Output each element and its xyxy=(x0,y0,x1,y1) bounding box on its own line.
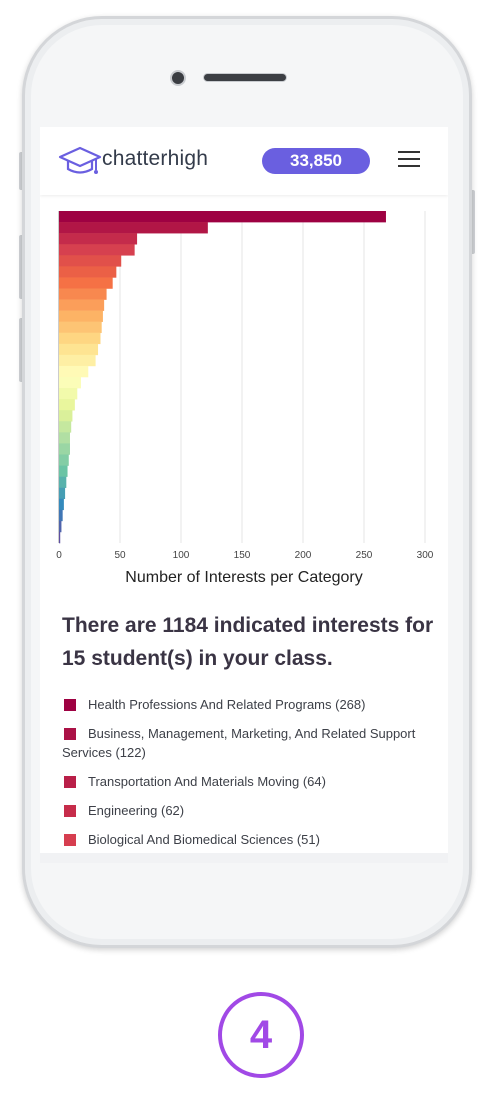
bar xyxy=(59,365,89,378)
bar xyxy=(59,421,72,433)
step-number-badge: 4 xyxy=(218,992,304,1078)
legend-label: Engineering (62) xyxy=(88,803,185,818)
bar xyxy=(59,498,64,511)
screen-bottom-edge xyxy=(40,853,448,863)
interests-summary: There are 1184 indicated interests for 1… xyxy=(62,614,434,670)
points-badge[interactable]: 33,850 xyxy=(262,148,370,174)
bar xyxy=(59,255,122,267)
bar xyxy=(59,509,63,522)
x-axis-title: Number of Interests per Category xyxy=(125,569,363,586)
bar xyxy=(59,531,61,544)
legend-swatch xyxy=(64,728,76,740)
bar xyxy=(59,454,69,466)
legend-item: Transportation And Materials Moving (64) xyxy=(62,772,437,791)
bar xyxy=(59,443,70,455)
bar xyxy=(59,388,78,400)
legend-label: Business, Management, Marketing, And Rel… xyxy=(62,726,416,760)
bar xyxy=(59,233,138,245)
bar xyxy=(59,288,107,300)
legend-swatch xyxy=(64,805,76,817)
bar xyxy=(59,432,70,444)
bar xyxy=(59,332,101,345)
bar xyxy=(59,476,67,488)
bar xyxy=(59,487,66,500)
legend-swatch xyxy=(64,699,76,711)
speaker-grille xyxy=(203,73,287,82)
x-tick-label: 250 xyxy=(356,550,373,561)
x-tick-label: 200 xyxy=(295,550,312,561)
bar xyxy=(59,211,386,223)
category-legend: Health Professions And Related Programs … xyxy=(62,695,437,859)
app-header: chatterhigh 33,850 xyxy=(40,127,448,195)
bar xyxy=(59,299,105,311)
bar xyxy=(59,222,208,234)
x-tick-label: 50 xyxy=(114,550,126,561)
phone-screen: chatterhigh 33,850 0 50 100 150 200 250 300 Nu… xyxy=(40,127,448,863)
bar xyxy=(59,410,73,422)
x-tick-label: 0 xyxy=(56,550,62,561)
legend-label: Biological And Biomedical Sciences (51) xyxy=(88,832,320,847)
bar xyxy=(59,277,113,289)
bar xyxy=(59,343,99,356)
bar xyxy=(59,377,81,389)
bar xyxy=(59,266,117,278)
interests-bar-chart: 0 50 100 150 200 250 300 xyxy=(56,211,434,561)
legend-swatch xyxy=(64,834,76,846)
bar xyxy=(59,354,96,367)
x-tick-label: 100 xyxy=(173,550,190,561)
bar xyxy=(59,310,103,322)
front-camera-icon xyxy=(170,70,186,86)
legend-item: Engineering (62) xyxy=(62,801,437,820)
x-tick-label: 150 xyxy=(234,550,251,561)
legend-item: Health Professions And Related Programs … xyxy=(62,695,437,714)
graduation-cap-icon[interactable] xyxy=(58,145,102,177)
legend-label: Health Professions And Related Programs … xyxy=(88,697,366,712)
bar xyxy=(59,321,102,334)
bar xyxy=(59,520,62,533)
bar xyxy=(59,465,68,477)
bar xyxy=(59,399,75,411)
legend-item: Biological And Biomedical Sciences (51) xyxy=(62,830,437,849)
legend-swatch xyxy=(64,776,76,788)
brand-name[interactable]: chatterhigh xyxy=(102,147,208,171)
legend-label: Transportation And Materials Moving (64) xyxy=(88,774,326,789)
x-tick-label: 300 xyxy=(417,550,434,561)
bar xyxy=(59,244,135,256)
legend-item: Business, Management, Marketing, And Rel… xyxy=(62,724,437,762)
hamburger-menu-icon[interactable] xyxy=(398,151,420,169)
